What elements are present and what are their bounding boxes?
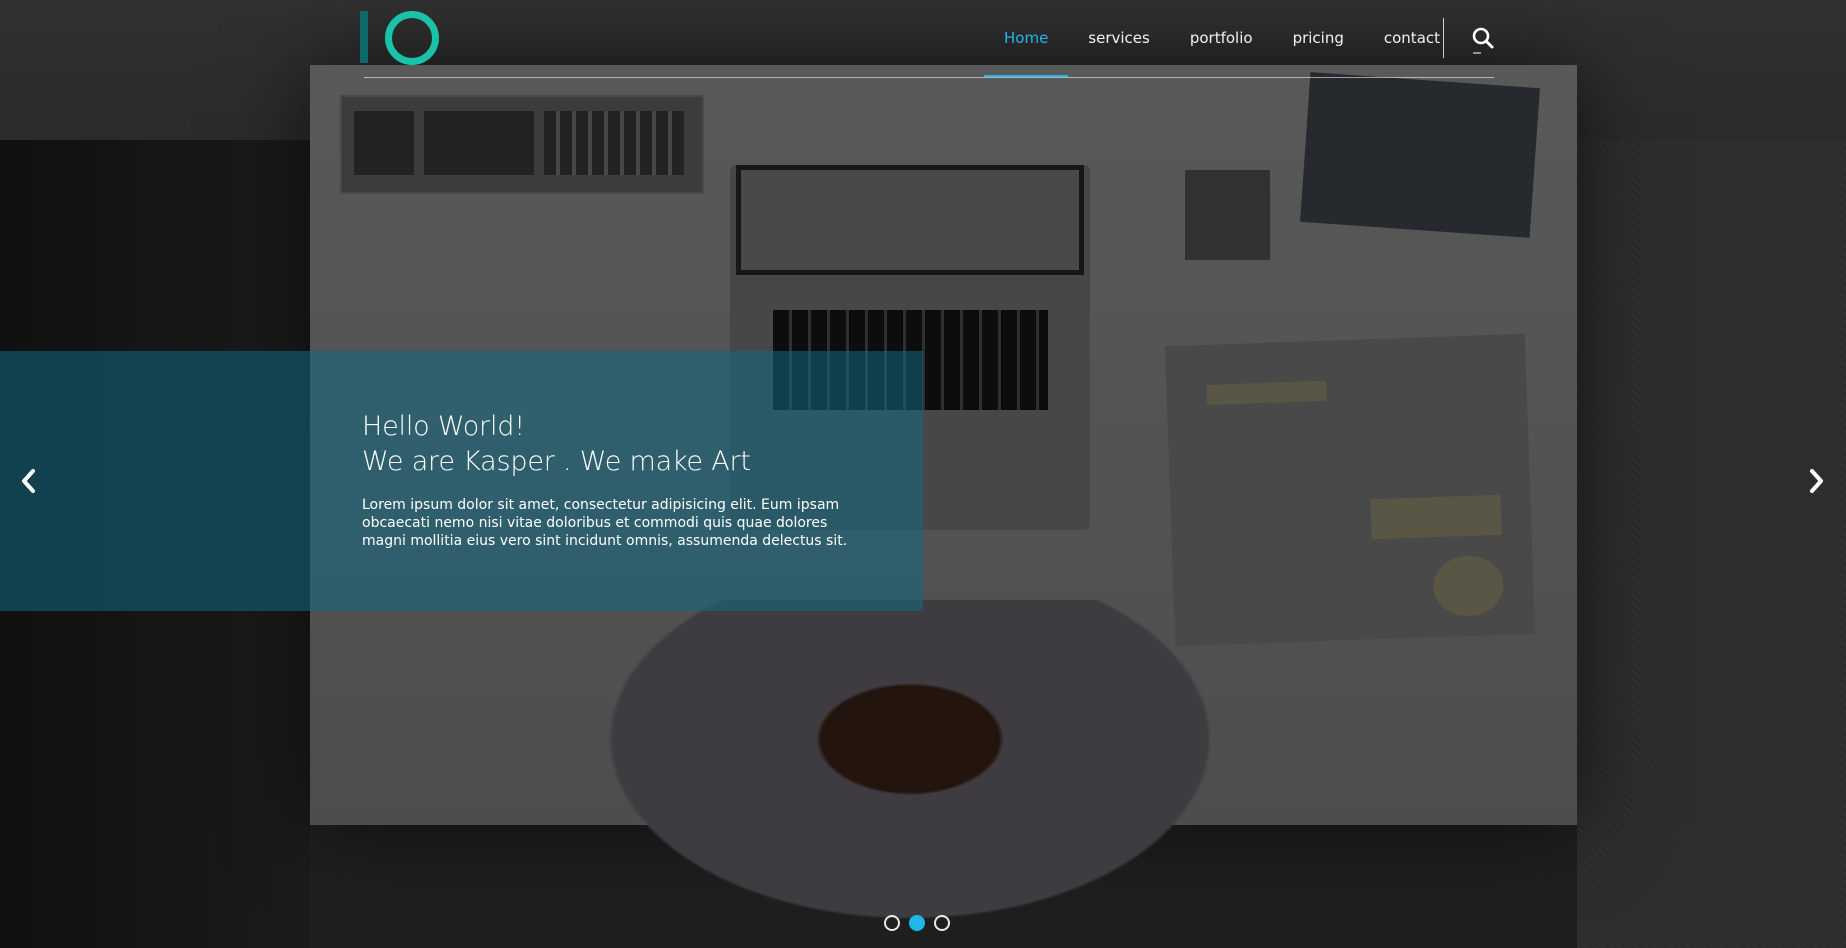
slide-caption: Hello World! We are Kasper . We make Art… — [0, 351, 923, 611]
chevron-left-icon[interactable] — [16, 466, 42, 496]
nav-divider — [1443, 18, 1444, 58]
main-nav: Home services portfolio pricing contact — [984, 0, 1460, 78]
chevron-right-icon[interactable] — [1803, 466, 1829, 496]
carousel-indicator-3[interactable] — [934, 915, 950, 931]
header-divider-line — [364, 77, 1494, 78]
search-icon[interactable] — [1470, 25, 1496, 55]
nav-item-home[interactable]: Home — [984, 0, 1069, 77]
logo-ring-icon[interactable] — [385, 11, 439, 65]
carousel-indicators — [884, 915, 950, 931]
nav-item-contact[interactable]: contact — [1364, 0, 1460, 76]
hero-slider: Home services portfolio pricing contact … — [0, 0, 1846, 948]
nav-item-portfolio[interactable]: portfolio — [1170, 0, 1273, 76]
site-header: Home services portfolio pricing contact — [0, 0, 1846, 78]
slide-title: Hello World! We are Kasper . We make Art — [362, 409, 751, 479]
nav-item-services[interactable]: services — [1068, 0, 1170, 76]
slide-title-line2: We are Kasper . We make Art — [362, 446, 751, 477]
carousel-indicator-2[interactable] — [909, 915, 925, 931]
nav-item-pricing[interactable]: pricing — [1273, 0, 1364, 76]
slide-title-line1: Hello World! — [362, 411, 525, 442]
carousel-indicator-1[interactable] — [884, 915, 900, 931]
slide-description: Lorem ipsum dolor sit amet, consectetur … — [362, 497, 848, 549]
logo-bar — [360, 11, 368, 63]
